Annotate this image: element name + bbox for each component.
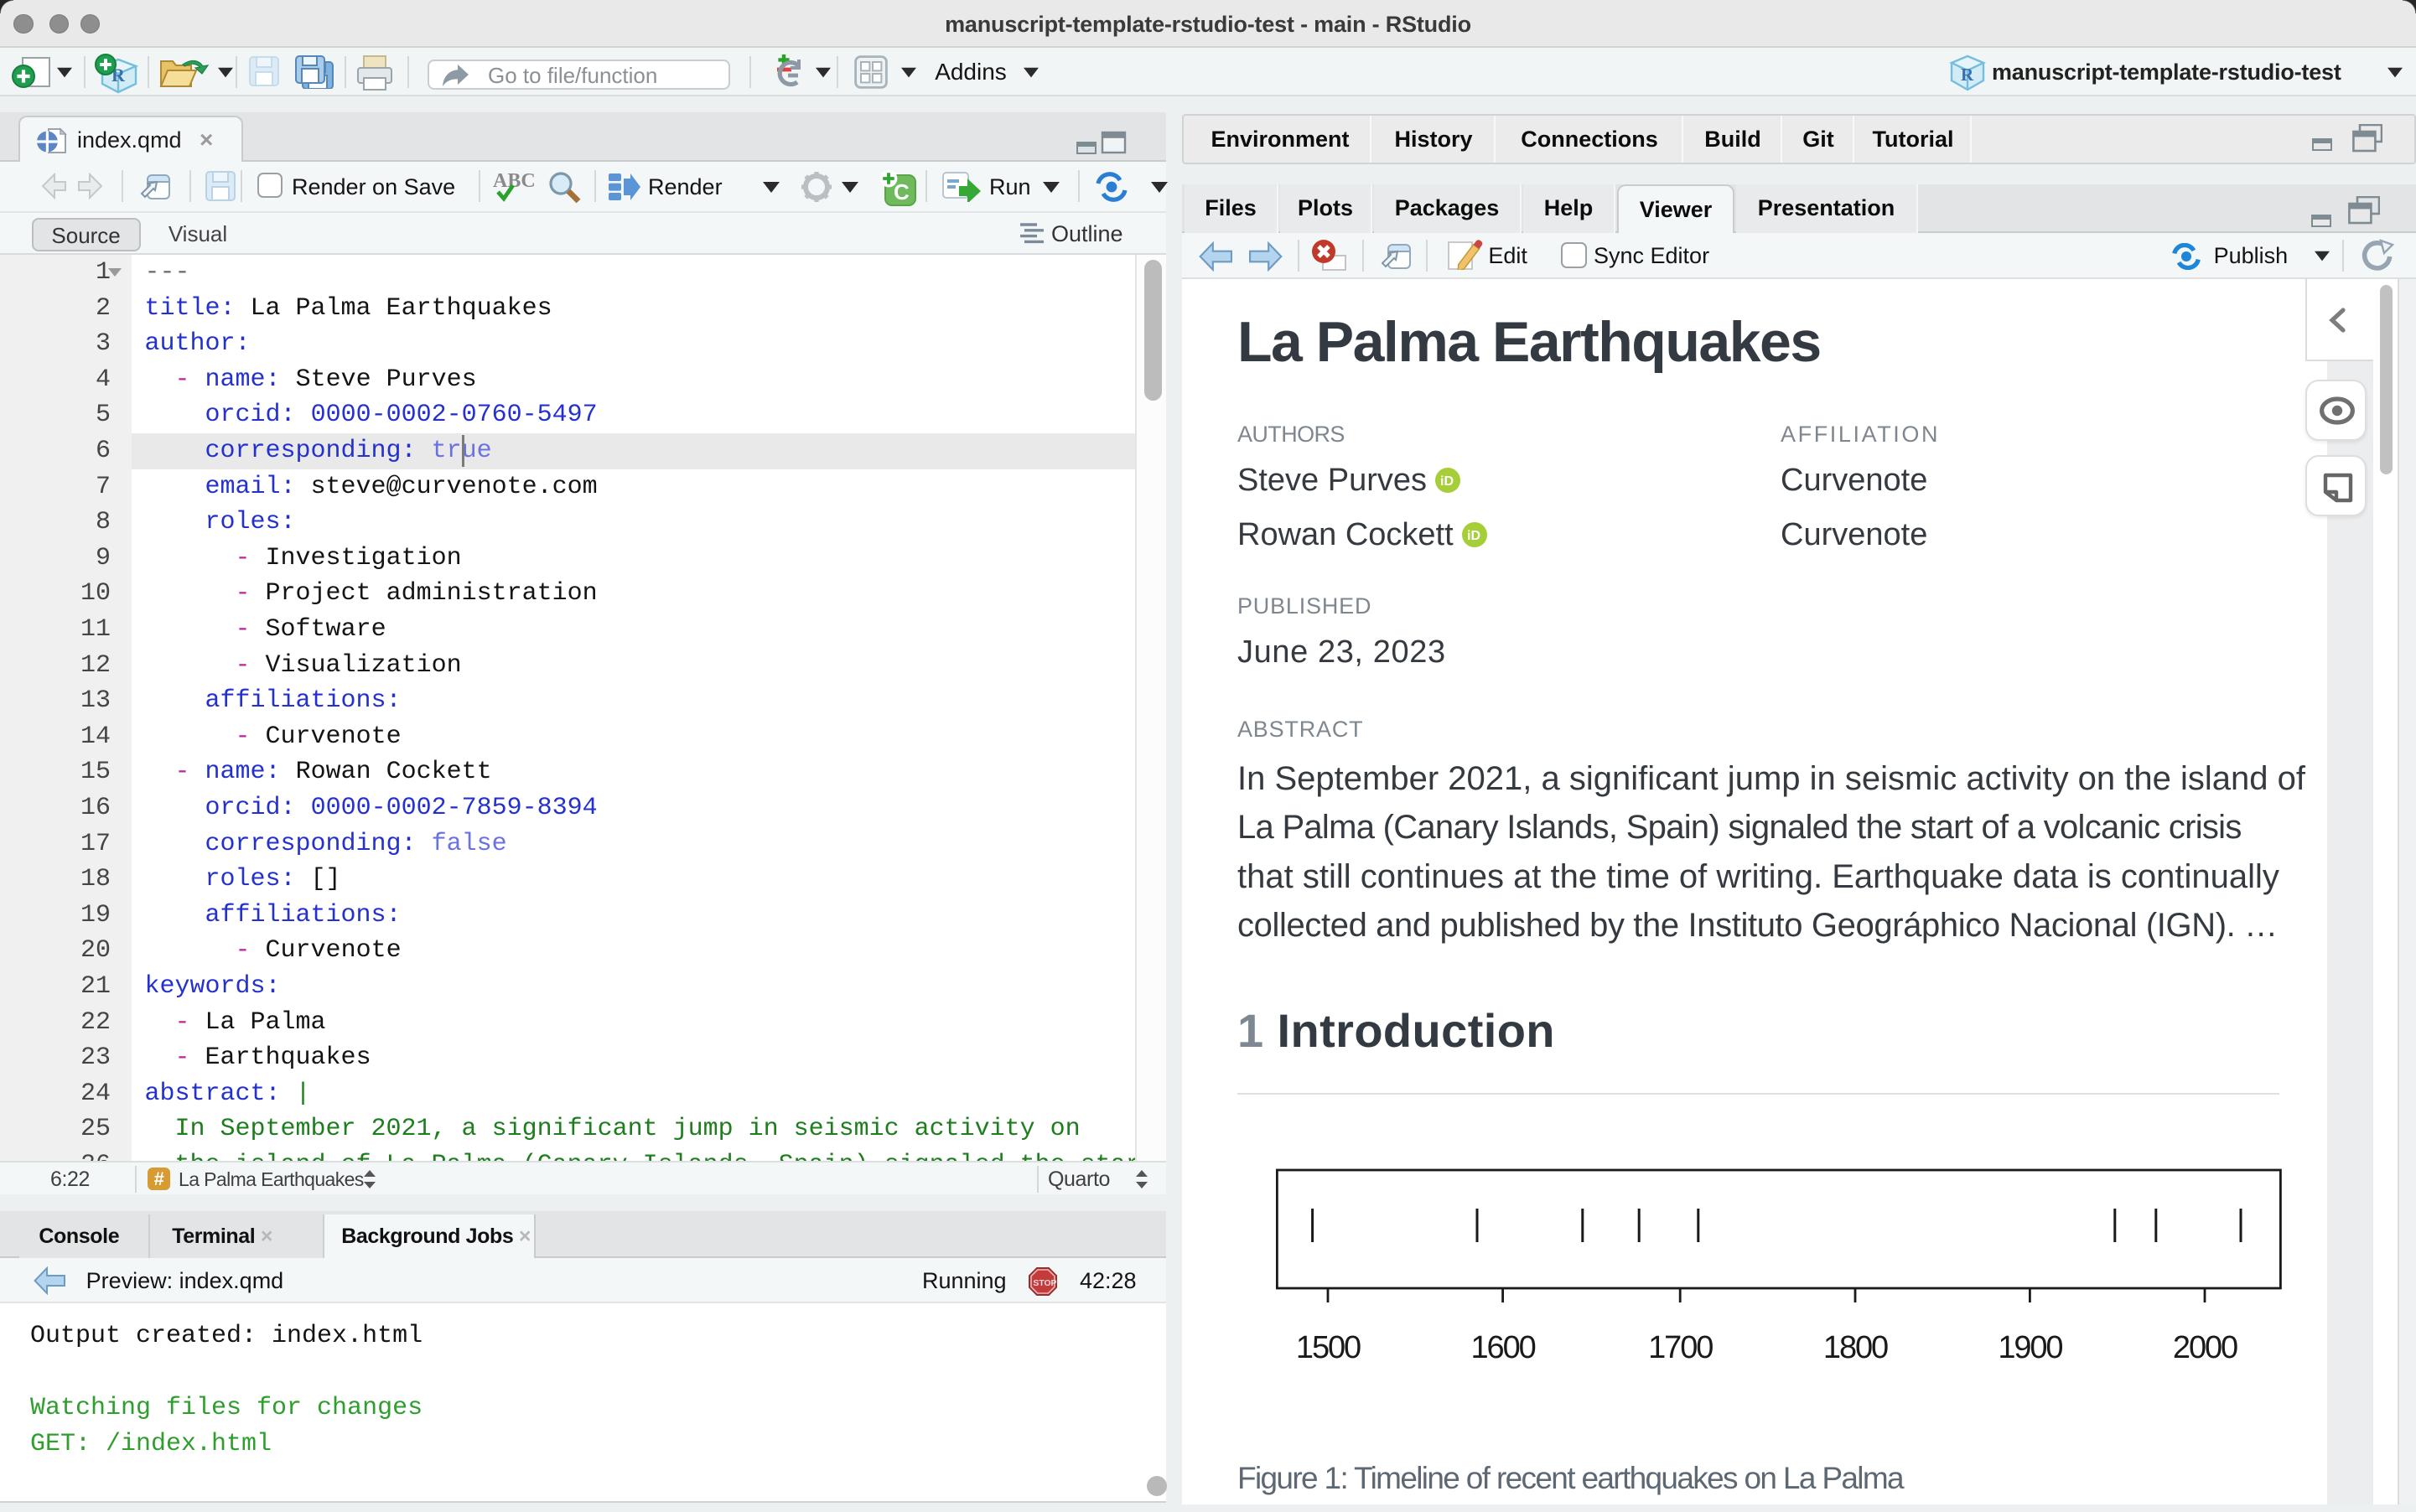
svg-text:R: R bbox=[1961, 65, 1974, 85]
svg-text:iD: iD bbox=[1440, 474, 1454, 489]
svg-text:STOP: STOP bbox=[1033, 1279, 1056, 1288]
svg-text:C: C bbox=[894, 179, 910, 205]
svg-text:2000: 2000 bbox=[2173, 1330, 2237, 1365]
svg-text:1600: 1600 bbox=[1471, 1330, 1536, 1365]
svg-text:1700: 1700 bbox=[1648, 1330, 1713, 1365]
svg-text:iD: iD bbox=[1467, 529, 1480, 543]
svg-text:1900: 1900 bbox=[1998, 1330, 2062, 1365]
svg-text:ABC: ABC bbox=[493, 170, 535, 192]
svg-text:1500: 1500 bbox=[1296, 1330, 1361, 1365]
svg-text:1800: 1800 bbox=[1823, 1330, 1888, 1365]
